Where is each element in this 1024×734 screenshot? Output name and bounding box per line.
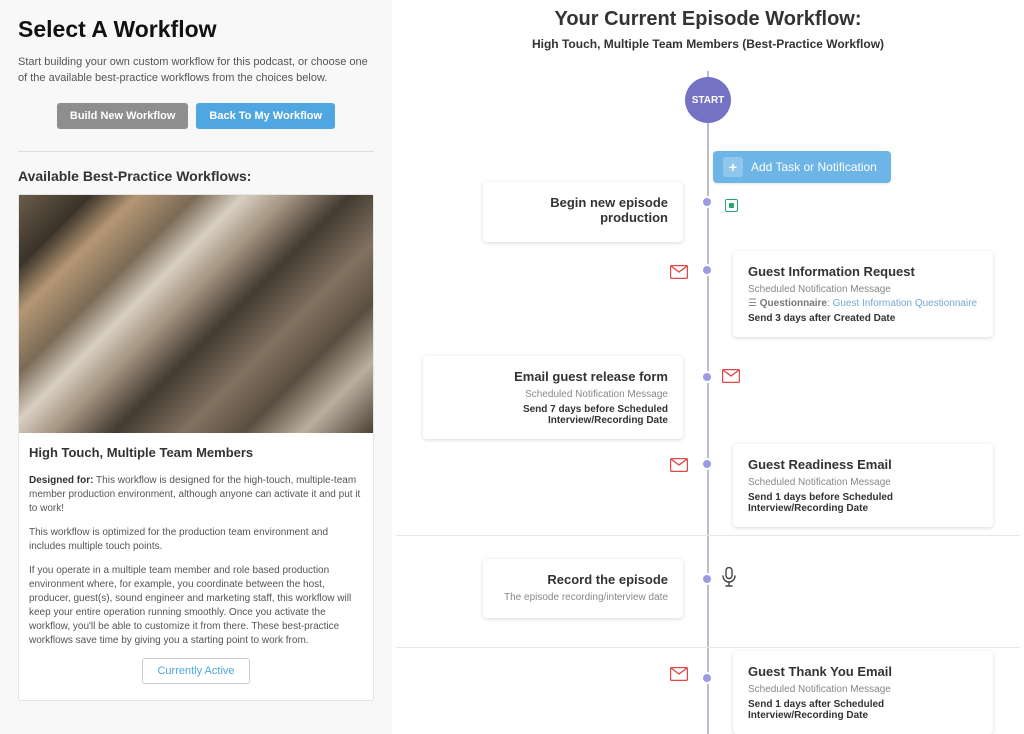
right-panel: Your Current Episode Workflow: High Touc… bbox=[392, 0, 1024, 734]
workflow-card-paragraph-3: If you operate in a multiple team member… bbox=[29, 564, 363, 648]
available-workflows-heading: Available Best-Practice Workflows: bbox=[18, 168, 374, 184]
workflow-card-paragraph-1: Designed for: This workflow is designed … bbox=[29, 474, 363, 516]
timeline-dot[interactable] bbox=[701, 672, 713, 684]
current-workflow-subheading: High Touch, Multiple Team Members (Best-… bbox=[392, 37, 1024, 51]
plus-icon: + bbox=[723, 157, 743, 177]
timeline-card-release-form[interactable]: Email guest release form Scheduled Notif… bbox=[423, 356, 683, 439]
action-button-row: Build New Workflow Back To My Workflow bbox=[18, 103, 374, 129]
workflow-card-body: High Touch, Multiple Team Members Design… bbox=[19, 433, 373, 684]
currently-active-button[interactable]: Currently Active bbox=[142, 658, 249, 684]
timeline-dot[interactable] bbox=[701, 264, 713, 276]
intro-text: Start building your own custom workflow … bbox=[18, 55, 374, 87]
add-task-label: Add Task or Notification bbox=[751, 160, 877, 174]
card-meta: Scheduled Notification Message bbox=[748, 283, 978, 297]
back-to-workflow-button[interactable]: Back To My Workflow bbox=[196, 103, 335, 129]
timeline-card-readiness-email[interactable]: Guest Readiness Email Scheduled Notifica… bbox=[733, 444, 993, 527]
right-header: Your Current Episode Workflow: High Touc… bbox=[392, 0, 1024, 51]
workflow-card-paragraph-2: This workflow is optimized for the produ… bbox=[29, 526, 363, 554]
workflow-card-image bbox=[19, 195, 373, 433]
card-meta: Scheduled Notification Message bbox=[748, 476, 978, 490]
card-title: Begin new episode production bbox=[498, 195, 668, 225]
divider bbox=[18, 151, 374, 152]
microphone-icon bbox=[722, 567, 736, 592]
card-send-schedule: Send 1 days before Scheduled Interview/R… bbox=[748, 492, 978, 514]
left-panel: Select A Workflow Start building your ow… bbox=[0, 0, 392, 734]
card-send-schedule: Send 7 days before Scheduled Interview/R… bbox=[438, 404, 668, 426]
timeline: START + Add Task or Notification bbox=[392, 71, 1024, 734]
page-title: Select A Workflow bbox=[18, 16, 374, 43]
list-icon: ☰ bbox=[748, 298, 760, 309]
section-divider bbox=[396, 647, 1020, 648]
workflow-card: High Touch, Multiple Team Members Design… bbox=[18, 194, 374, 701]
timeline-card-record-episode[interactable]: Record the episode The episode recording… bbox=[483, 559, 683, 618]
start-node[interactable]: START bbox=[685, 77, 731, 123]
card-title: Record the episode bbox=[498, 572, 668, 587]
card-title: Guest Information Request bbox=[748, 264, 978, 279]
timeline-dot[interactable] bbox=[701, 371, 713, 383]
timeline-line bbox=[707, 71, 709, 734]
card-meta-questionnaire: ☰ Questionnaire: Guest Information Quest… bbox=[748, 297, 978, 311]
envelope-icon bbox=[670, 458, 688, 472]
card-note: The episode recording/interview date bbox=[498, 591, 668, 605]
section-divider bbox=[396, 535, 1020, 536]
workflow-card-title: High Touch, Multiple Team Members bbox=[29, 445, 363, 460]
card-title: Email guest release form bbox=[438, 369, 668, 384]
card-send-schedule: Send 1 days after Scheduled Interview/Re… bbox=[748, 699, 978, 721]
envelope-icon bbox=[722, 369, 740, 383]
timeline-dot[interactable] bbox=[701, 458, 713, 470]
timeline-card-begin-production[interactable]: Begin new episode production bbox=[483, 182, 683, 242]
timeline-card-guest-info-request[interactable]: Guest Information Request Scheduled Noti… bbox=[733, 251, 993, 337]
timeline-dot[interactable] bbox=[701, 573, 713, 585]
calendar-icon bbox=[725, 199, 738, 212]
card-meta: Scheduled Notification Message bbox=[748, 683, 978, 697]
timeline-dot[interactable] bbox=[701, 196, 713, 208]
questionnaire-label: Questionnaire bbox=[760, 298, 827, 309]
card-meta: Scheduled Notification Message bbox=[438, 388, 668, 402]
card-send-schedule: Send 3 days after Created Date bbox=[748, 313, 978, 324]
current-workflow-heading: Your Current Episode Workflow: bbox=[392, 8, 1024, 31]
card-title: Guest Readiness Email bbox=[748, 457, 978, 472]
envelope-icon bbox=[670, 265, 688, 279]
timeline-card-thank-you-email[interactable]: Guest Thank You Email Scheduled Notifica… bbox=[733, 651, 993, 734]
card-title: Guest Thank You Email bbox=[748, 664, 978, 679]
build-workflow-button[interactable]: Build New Workflow bbox=[57, 103, 189, 129]
envelope-icon bbox=[670, 667, 688, 681]
add-task-button[interactable]: + Add Task or Notification bbox=[713, 151, 891, 183]
designed-for-label: Designed for: bbox=[29, 475, 93, 486]
questionnaire-link[interactable]: Guest Information Questionnaire bbox=[833, 298, 978, 309]
